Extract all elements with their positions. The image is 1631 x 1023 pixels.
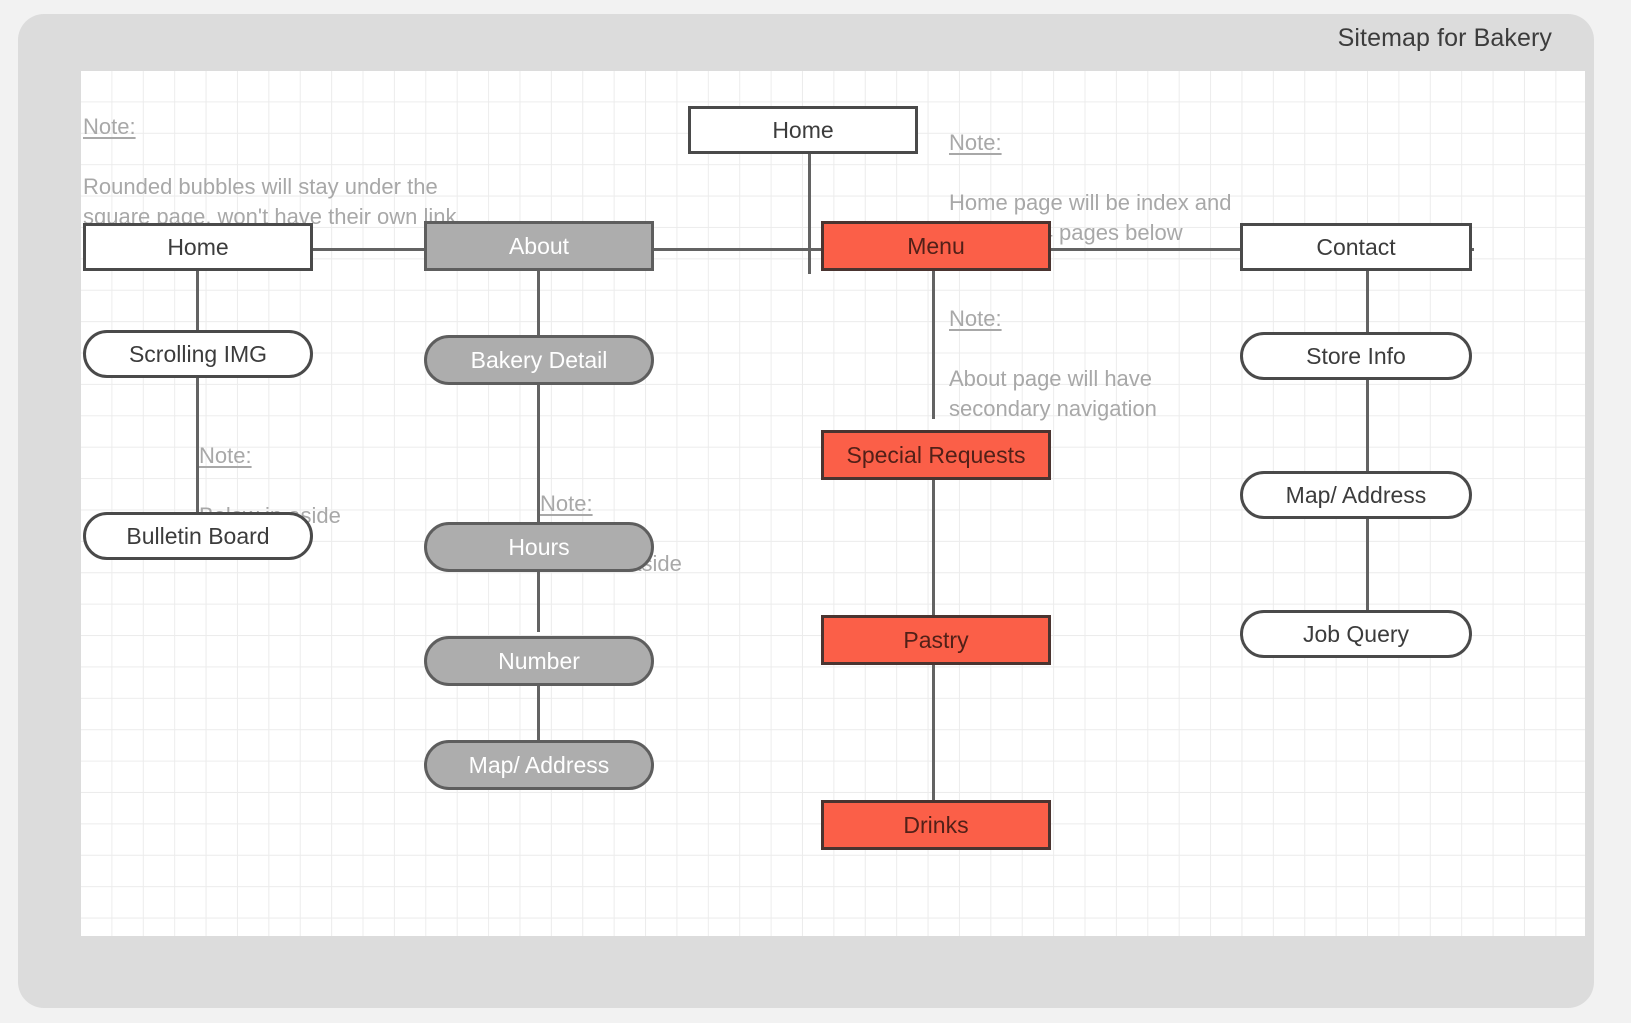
note-bubbles-head: Note: <box>83 114 136 139</box>
edge-menu-to-special <box>932 271 935 419</box>
node-bulletin-board[interactable]: Bulletin Board <box>83 512 313 560</box>
note-home-index-head: Note: <box>949 130 1002 155</box>
node-about[interactable]: About <box>424 221 654 271</box>
edge-number-to-mapaddress <box>537 686 540 746</box>
node-menu[interactable]: Menu <box>821 221 1051 271</box>
node-about-map-address[interactable]: Map/ Address <box>424 740 654 790</box>
edge-root-stem <box>808 154 811 274</box>
node-number[interactable]: Number <box>424 636 654 686</box>
page-title: Sitemap for Bakery <box>1337 24 1552 52</box>
node-scrolling-img[interactable]: Scrolling IMG <box>83 330 313 378</box>
note-secondary-nav-head: Note: <box>949 306 1002 331</box>
node-contact[interactable]: Contact <box>1240 223 1472 271</box>
node-home[interactable]: Home <box>83 223 313 271</box>
node-store-info[interactable]: Store Info <box>1240 332 1472 380</box>
node-contact-map-address[interactable]: Map/ Address <box>1240 471 1472 519</box>
note-about-aside-head: Note: <box>540 491 593 516</box>
note-home-aside-head: Note: <box>199 443 252 468</box>
diagram-canvas[interactable]: Note: Rounded bubbles will stay under th… <box>81 71 1585 936</box>
app-frame: Sitemap for Bakery Note: Rounded bubbles… <box>18 14 1594 1008</box>
node-drinks[interactable]: Drinks <box>821 800 1051 850</box>
node-hours[interactable]: Hours <box>424 522 654 572</box>
node-bakery-detail[interactable]: Bakery Detail <box>424 335 654 385</box>
node-root-home[interactable]: Home <box>688 106 918 154</box>
node-pastry[interactable]: Pastry <box>821 615 1051 665</box>
note-secondary-nav-body: About page will have secondary navigatio… <box>949 366 1157 421</box>
note-secondary-nav: Note: About page will have secondary nav… <box>949 274 1279 454</box>
node-special-requests[interactable]: Special Requests <box>821 430 1051 480</box>
node-job-query[interactable]: Job Query <box>1240 610 1472 658</box>
edge-special-to-pastry <box>932 480 935 615</box>
edge-pastry-to-drinks <box>932 665 935 800</box>
